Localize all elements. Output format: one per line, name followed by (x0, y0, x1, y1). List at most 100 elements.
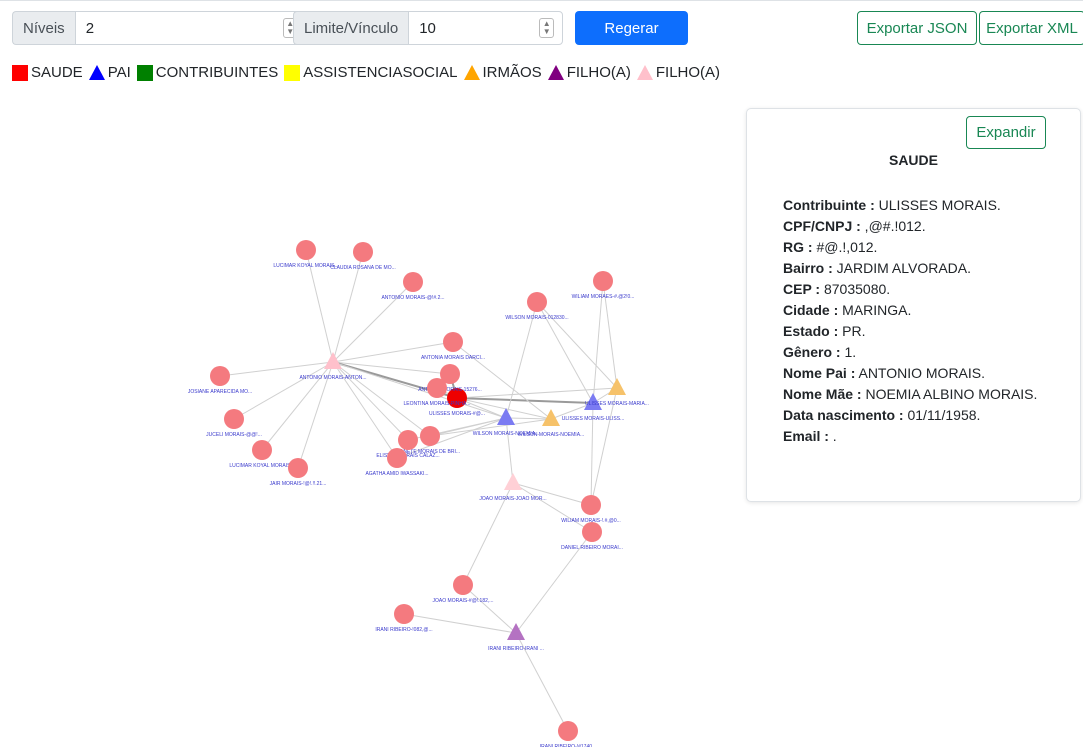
node-circle[interactable] (403, 272, 423, 292)
graph-edge (332, 361, 431, 437)
graph-node[interactable]: JOAO MORAIS-JOAO MOR... (479, 473, 547, 502)
expand-button[interactable]: Expandir (966, 116, 1046, 149)
legend-label: SAUDE (31, 64, 83, 81)
limit-input[interactable]: 10 ▲ ▼ (408, 11, 564, 45)
detail-field-key: Cidade : (783, 302, 839, 318)
node-details-panel: Expandir SAUDE Contribuinte : ULISSES MO… (746, 108, 1081, 502)
graph-node[interactable]: IRANI RIBEIRO-IRANI ... (488, 623, 544, 652)
node-circle[interactable] (527, 292, 547, 312)
legend-label: ASSISTENCIASOCIAL (303, 64, 458, 81)
node-circle[interactable] (398, 430, 418, 450)
details-fields: Contribuinte : ULISSES MORAIS. CPF/CNPJ :… (783, 195, 1053, 447)
node-label: ANTONIO MORAIS-@!#.2... (381, 295, 444, 301)
legend-item: IRMÃOS (463, 64, 542, 81)
levels-input[interactable]: 2 ▲ ▼ (74, 11, 307, 45)
node-circle[interactable] (420, 426, 440, 446)
detail-field: Estado : PR. (783, 321, 1053, 342)
legend-item: FILHO(A) (636, 64, 721, 81)
legend-item: ASSISTENCIASOCIAL (284, 64, 458, 81)
graph-node[interactable]: IRANI RIBEIRO-!082,@... (375, 604, 433, 633)
node-circle[interactable] (582, 522, 602, 542)
detail-field: CPF/CNPJ : ,@#.!012. (783, 216, 1053, 237)
graph-node[interactable]: WILIAM MORAES-#.@2!0... (572, 271, 635, 300)
node-circle[interactable] (394, 604, 414, 624)
levels-label: Níveis (12, 11, 75, 45)
graph-edge (512, 482, 593, 533)
graph-node[interactable]: ANTONIO MORAIS-ANTON... (299, 352, 367, 381)
graph-node[interactable]: JOAO MORAIS-#@!.182,... (433, 575, 494, 604)
detail-field-value: 87035080. (820, 281, 891, 297)
node-circle[interactable] (581, 495, 601, 515)
node-label: LUCIMAR KOYAL MORAIS... (273, 263, 338, 269)
graph-node[interactable]: WILSON MORAIS-012830... (505, 292, 569, 321)
export-json-button[interactable]: Exportar JSON (857, 11, 977, 45)
limit-spinner-icon[interactable]: ▲ ▼ (539, 18, 555, 38)
legend-item: SAUDE (12, 64, 83, 81)
detail-field-key: Estado : (783, 323, 839, 339)
detail-field-key: Email : (783, 428, 829, 444)
node-label: JOAO MORAIS-JOAO MOR... (479, 496, 546, 502)
graph-node[interactable]: ANTONIO MORAIS-@!#.2... (381, 272, 445, 301)
legend-square-icon (284, 64, 301, 81)
node-circle[interactable] (427, 378, 447, 398)
graph-node[interactable]: DANIEL RIBEIRO MORAI... (561, 522, 623, 551)
detail-field: RG : #@.!,012. (783, 237, 1053, 258)
node-circle[interactable] (353, 242, 373, 262)
node-circle[interactable] (288, 458, 308, 478)
graph-node[interactable]: ANTONIA MORAIS DARCI... (421, 332, 485, 361)
node-triangle[interactable] (504, 473, 522, 490)
graph-edge (219, 361, 334, 377)
detail-field-key: CEP : (783, 281, 821, 297)
node-circle[interactable] (443, 332, 463, 352)
node-label: ULISSES MORAIS-ULISS... (562, 416, 625, 422)
limit-input-group: Limite/Vínculo 10 ▲ ▼ (293, 11, 564, 45)
node-label: ELISETE MORAIS CALAZ... (376, 453, 439, 459)
legend-label: FILHO(A) (655, 64, 721, 81)
legend-label: FILHO(A) (566, 64, 631, 81)
detail-field-value: JARDIM ALVORADA. (832, 260, 972, 276)
node-circle[interactable] (296, 240, 316, 260)
node-label: CLAUDIA ROSANA DE MO... (330, 265, 396, 271)
graph-node[interactable]: IRANI RIBEIRO-!#1740... (540, 721, 596, 747)
node-label: ANTONIO MORAIS-ANTON... (299, 375, 366, 381)
node-label: ULISSES MORAIS-#@... (429, 411, 485, 417)
detail-field-value: ,@#.!012. (860, 218, 926, 234)
node-circle[interactable] (453, 575, 473, 595)
node-label: JOAO MORAIS-#@!.182,... (433, 598, 494, 604)
node-circle[interactable] (387, 448, 407, 468)
graph-node[interactable]: JOSIANE APARECIDA MO... (188, 366, 252, 395)
detail-field: Cidade : MARINGA. (783, 300, 1053, 321)
graph-edge (505, 417, 552, 420)
node-circle[interactable] (593, 271, 613, 291)
regenerate-button[interactable]: Regerar (575, 11, 688, 45)
node-label: LUCIMAR KOYAL MORAIS... (229, 463, 294, 469)
node-label: JAIR MORAIS-!@!.!!.21... (270, 481, 327, 487)
node-label: DANIEL RIBEIRO MORAI... (561, 545, 623, 551)
node-circle[interactable] (210, 366, 230, 386)
detail-field-value: NOEMIA ALBINO MORAIS. (861, 386, 1038, 402)
legend-label: IRMÃOS (482, 64, 542, 81)
node-circle[interactable] (558, 721, 578, 741)
graph-node[interactable]: LUCIMAR KOYAL MORAIS... (273, 240, 339, 269)
graph-edge (332, 281, 414, 363)
graph-nodes[interactable]: ULISSES MORAIS-#@... ANTONIO MORAIS-ANTON… (188, 240, 649, 747)
node-circle[interactable] (224, 409, 244, 429)
export-xml-button[interactable]: Exportar XML (979, 11, 1083, 45)
detail-field-key: Contribuinte : (783, 197, 875, 213)
graph-node[interactable]: CLAUDIA ROSANA DE MO... (330, 242, 396, 271)
graph-node[interactable]: JUCELI MORAIS-@@!... (206, 409, 262, 438)
panel-title: SAUDE (888, 152, 938, 168)
legend-label: CONTRIBUINTES (155, 64, 279, 81)
legend-triangle-icon (547, 65, 564, 80)
relationship-graph[interactable]: ULISSES MORAIS-#@... ANTONIO MORAIS-ANTON… (0, 90, 740, 747)
detail-field: Email : . (783, 426, 1053, 447)
levels-value: 2 (85, 19, 95, 37)
detail-field-value: #@.!,012. (812, 239, 878, 255)
detail-field-key: Nome Mãe : (783, 386, 862, 402)
detail-field-value: PR. (838, 323, 866, 339)
graph-node[interactable]: LUCIMAR KOYAL MORAIS... (229, 440, 295, 469)
node-circle[interactable] (252, 440, 272, 460)
node-label: WILSON MORAIS-NOEMIA... (518, 432, 584, 438)
node-label: LEONTINA MORAIS-PINHA... (404, 401, 471, 407)
detail-field: Bairro : JARDIM ALVORADA. (783, 258, 1053, 279)
